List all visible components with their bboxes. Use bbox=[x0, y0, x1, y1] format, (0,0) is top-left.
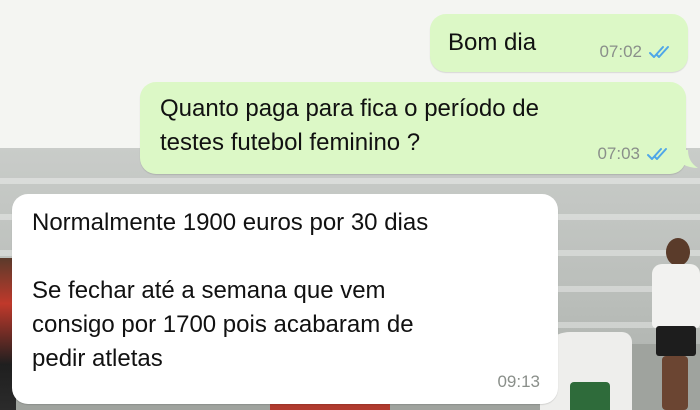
double-check-icon bbox=[648, 44, 674, 60]
message-meta: 07:02 bbox=[599, 42, 674, 62]
player-shirt-stripe bbox=[570, 382, 610, 410]
message-meta: 09:13 bbox=[497, 372, 540, 392]
message-time: 07:03 bbox=[597, 144, 640, 163]
background-strip bbox=[270, 404, 390, 410]
player-shirt bbox=[652, 264, 700, 328]
message-bubble-outgoing[interactable]: Quanto paga para fica o período de teste… bbox=[140, 82, 686, 174]
message-bubble-outgoing[interactable]: Bom dia 07:02 bbox=[430, 14, 688, 72]
message-text: Bom dia bbox=[448, 29, 537, 56]
message-time: 07:02 bbox=[599, 42, 642, 61]
stand-step bbox=[0, 178, 700, 184]
bubble-tail bbox=[682, 150, 698, 168]
message-bubble-incoming[interactable]: Normalmente 1900 euros por 30 dias Se fe… bbox=[12, 194, 558, 404]
message-time: 09:13 bbox=[497, 372, 540, 391]
player-head bbox=[666, 238, 690, 266]
double-check-icon bbox=[646, 146, 672, 162]
player-figure-right bbox=[648, 238, 700, 410]
message-text: Normalmente 1900 euros por 30 dias Se fe… bbox=[32, 209, 429, 372]
message-text: Quanto paga para fica o período de teste… bbox=[160, 95, 539, 156]
message-meta: 07:03 bbox=[597, 144, 672, 164]
player-legs bbox=[662, 356, 688, 410]
player-shorts bbox=[656, 326, 696, 356]
